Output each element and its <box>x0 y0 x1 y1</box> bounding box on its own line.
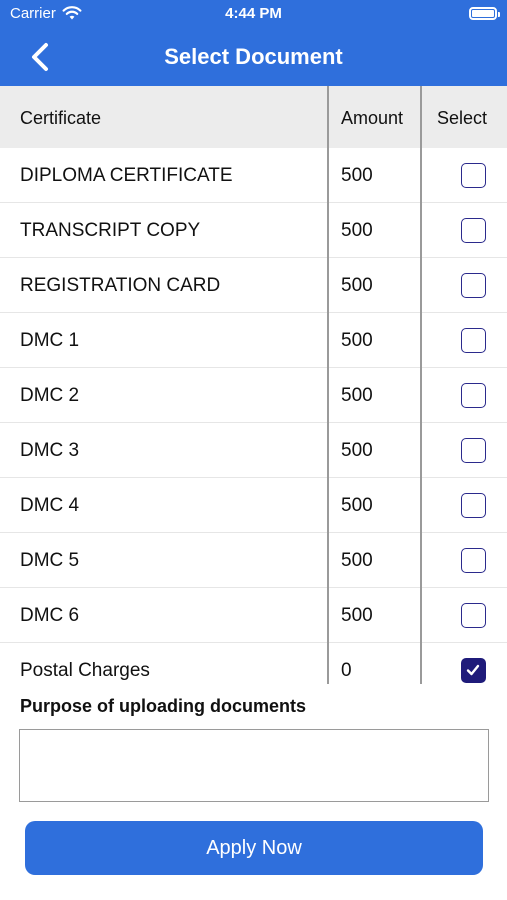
document-name: REGISTRATION CARD <box>20 275 221 296</box>
table-row[interactable]: DMC 5 500 <box>0 533 507 588</box>
document-name: DIPLOMA CERTIFICATE <box>20 165 233 186</box>
table-row[interactable]: Postal Charges 0 <box>0 643 507 698</box>
select-checkbox[interactable] <box>461 603 486 628</box>
header-select: Select <box>437 108 488 128</box>
select-checkbox[interactable] <box>461 273 486 298</box>
table-row[interactable]: DMC 1 500 <box>0 313 507 368</box>
select-checkbox[interactable] <box>461 383 486 408</box>
table-row[interactable]: DMC 6 500 <box>0 588 507 643</box>
table-header: Certificate Amount Select <box>0 86 507 148</box>
document-amount: 500 <box>341 220 373 241</box>
document-name: DMC 5 <box>20 550 80 571</box>
column-divider <box>327 86 329 684</box>
column-divider <box>420 86 422 684</box>
document-table: Certificate Amount Select DIPLOMA CERTIF… <box>0 86 507 684</box>
header-amount: Amount <box>341 108 404 128</box>
document-amount: 500 <box>341 605 373 626</box>
battery-icon <box>469 7 500 20</box>
select-checkbox[interactable] <box>461 328 486 353</box>
document-name: Postal Charges <box>20 660 150 681</box>
document-amount: 500 <box>341 495 373 516</box>
select-checkbox[interactable] <box>461 163 486 188</box>
document-amount: 500 <box>341 165 373 186</box>
table-row[interactable]: TRANSCRIPT COPY 500 <box>0 203 507 258</box>
document-amount: 500 <box>341 330 373 351</box>
select-checkbox[interactable] <box>461 658 486 683</box>
table-row[interactable]: DMC 2 500 <box>0 368 507 423</box>
table-row[interactable]: DMC 3 500 <box>0 423 507 478</box>
table-row[interactable]: DMC 4 500 <box>0 478 507 533</box>
select-checkbox[interactable] <box>461 548 486 573</box>
page-title: Select Document <box>164 44 343 69</box>
nav-bar: Select Document <box>0 28 507 86</box>
document-amount: 500 <box>341 275 373 296</box>
checkmark-icon <box>466 664 480 676</box>
select-checkbox[interactable] <box>461 438 486 463</box>
select-checkbox[interactable] <box>461 493 486 518</box>
purpose-label: Purpose of uploading documents <box>20 696 307 716</box>
document-amount: 500 <box>341 440 373 461</box>
apply-now-button[interactable]: Apply Now <box>25 821 483 875</box>
document-name: DMC 6 <box>20 605 80 626</box>
status-time: 4:44 PM <box>225 5 282 22</box>
header-certificate: Certificate <box>20 108 102 128</box>
table-row[interactable]: DIPLOMA CERTIFICATE 500 <box>0 148 507 203</box>
document-amount: 0 <box>341 660 352 681</box>
purpose-input[interactable] <box>19 729 489 802</box>
document-amount: 500 <box>341 550 373 571</box>
document-name: DMC 2 <box>20 385 80 406</box>
document-amount: 500 <box>341 385 373 406</box>
select-checkbox[interactable] <box>461 218 486 243</box>
document-name: DMC 3 <box>20 440 80 461</box>
document-name: TRANSCRIPT COPY <box>20 220 201 241</box>
document-name: DMC 1 <box>20 330 80 351</box>
table-row[interactable]: REGISTRATION CARD 500 <box>0 258 507 313</box>
document-name: DMC 4 <box>20 495 80 516</box>
status-bar: Carrier 4:44 PM <box>0 0 507 28</box>
